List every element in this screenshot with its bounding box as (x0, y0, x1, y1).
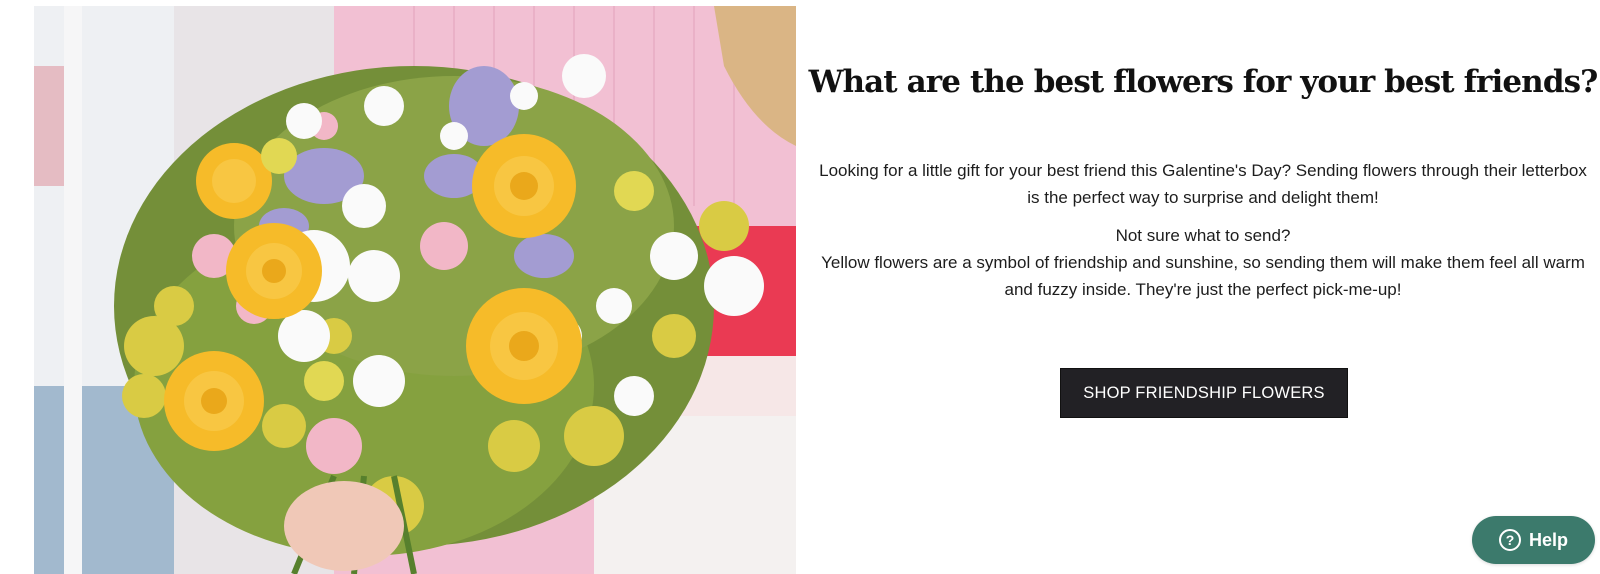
help-label: Help (1528, 529, 1568, 550)
tip-answer: Yellow flowers are a symbol of friendshi… (821, 253, 1585, 299)
section-heading: What are the best flowers for your best … (808, 64, 1599, 100)
intro-paragraph: Looking for a little gift for your best … (819, 161, 1587, 207)
question-circle-icon: ? (1498, 529, 1521, 551)
tip-question: Not sure what to send? (1115, 226, 1291, 245)
shop-friendship-flowers-button[interactable]: SHOP FRIENDSHIP FLOWERS (1060, 368, 1348, 418)
bouquet-photo (34, 6, 796, 574)
tip-paragraph: Not sure what to send? Yellow flowers ar… (816, 222, 1590, 303)
bouquet-illustration (34, 6, 796, 574)
help-button[interactable]: ? Help (1472, 516, 1595, 564)
page: What are the best flowers for your best … (0, 0, 1600, 574)
promo-content: What are the best flowers for your best … (806, 0, 1600, 574)
